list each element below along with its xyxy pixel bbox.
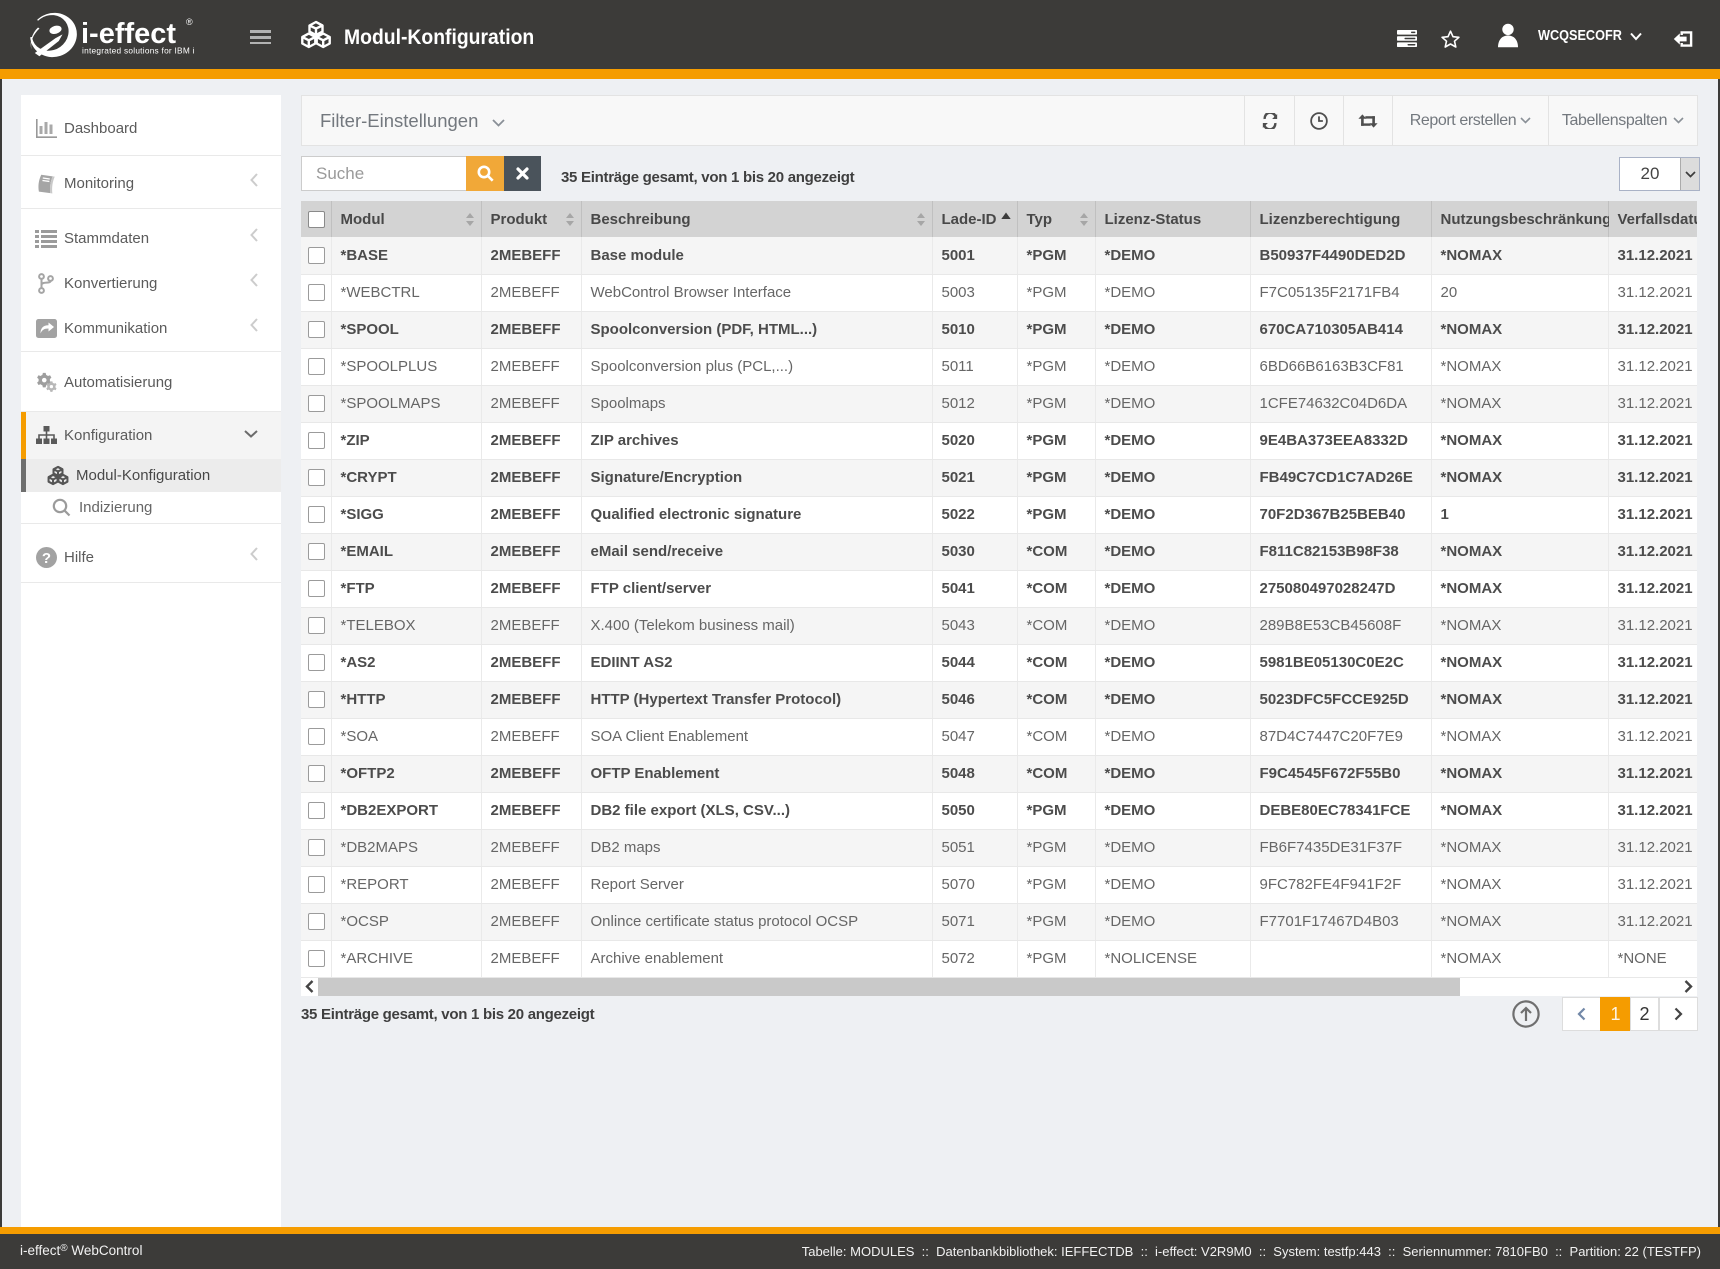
svg-text:?: ? [41,550,50,567]
svg-text:®: ® [186,17,193,27]
svg-text:integrated solutions for IBM i: integrated solutions for IBM i [82,46,195,56]
